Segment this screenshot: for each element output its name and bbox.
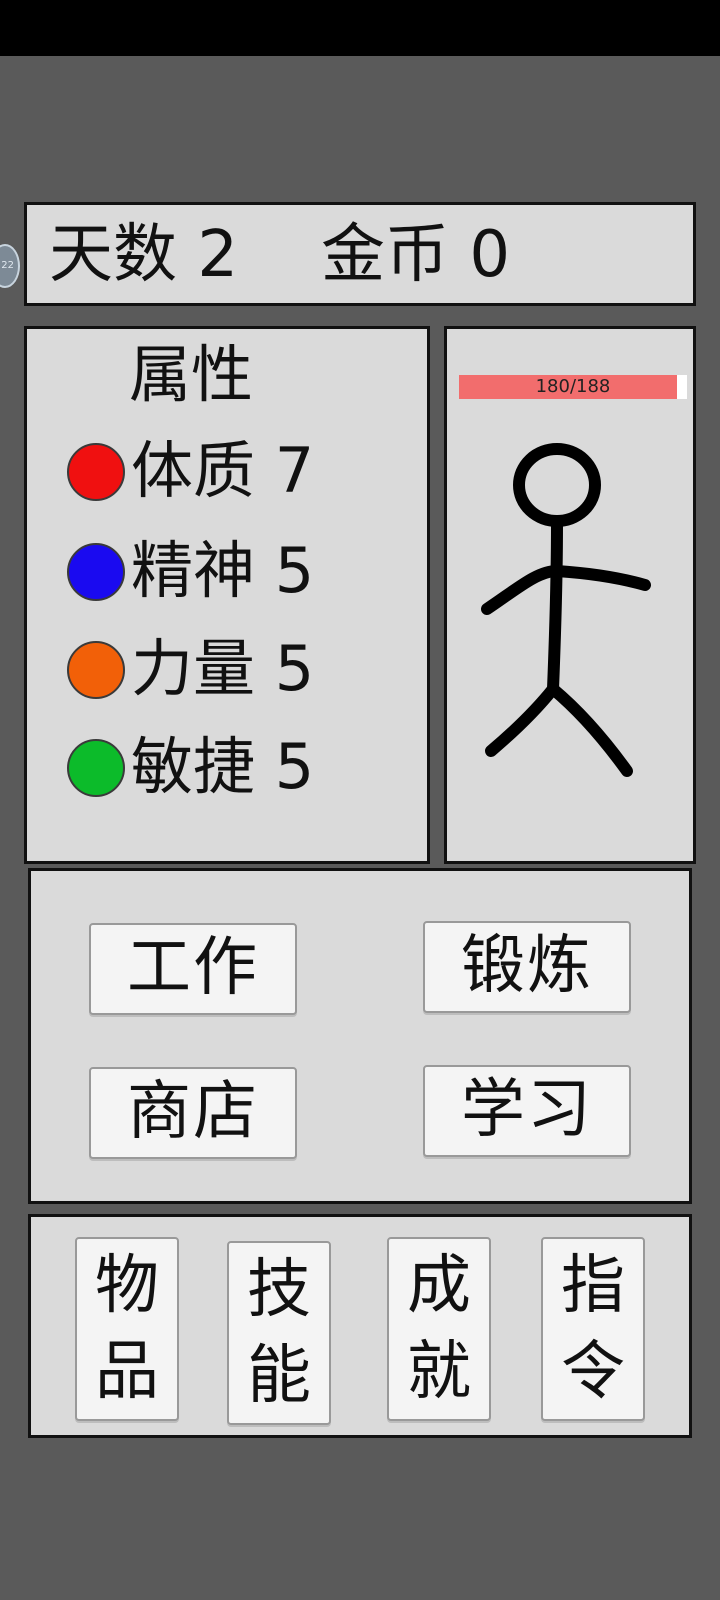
stickman-figure-icon xyxy=(481,443,651,777)
hp-text: 180/188 xyxy=(535,376,611,397)
menu-panel: 物品 技能 成就 指令 xyxy=(28,1214,692,1438)
attributes-panel: 属性 体质 7 精神 5 力量 5 敏捷 5 xyxy=(24,326,430,864)
spirit-label: 精神 5 xyxy=(131,534,315,607)
character-panel: 180/188 xyxy=(444,326,696,864)
gold-counter: 金币 0 xyxy=(321,218,511,292)
items-button[interactable]: 物品 xyxy=(75,1237,179,1421)
agility-label: 敏捷 5 xyxy=(131,730,315,803)
strength-dot-icon xyxy=(67,641,125,699)
commands-button[interactable]: 指令 xyxy=(541,1237,645,1421)
actions-panel: 工作 锻炼 商店 学习 xyxy=(28,868,692,1204)
achievements-button[interactable]: 成就 xyxy=(387,1237,491,1421)
spirit-dot-icon xyxy=(67,543,125,601)
skills-button[interactable]: 技能 xyxy=(227,1241,331,1425)
constitution-dot-icon xyxy=(67,443,125,501)
constitution-label: 体质 7 xyxy=(131,434,315,507)
hp-bar: 180/188 xyxy=(459,375,687,399)
days-counter: 天数 2 xyxy=(49,218,239,292)
work-button[interactable]: 工作 xyxy=(89,923,297,1015)
train-button[interactable]: 锻炼 xyxy=(423,921,631,1013)
study-button[interactable]: 学习 xyxy=(423,1065,631,1157)
floating-badge[interactable]: 22 xyxy=(0,244,20,288)
strength-label: 力量 5 xyxy=(131,632,315,705)
agility-dot-icon xyxy=(67,739,125,797)
attributes-title: 属性 xyxy=(129,338,254,411)
status-bar xyxy=(0,0,720,56)
shop-button[interactable]: 商店 xyxy=(89,1067,297,1159)
header-panel: 天数 2 金币 0 xyxy=(24,202,696,306)
